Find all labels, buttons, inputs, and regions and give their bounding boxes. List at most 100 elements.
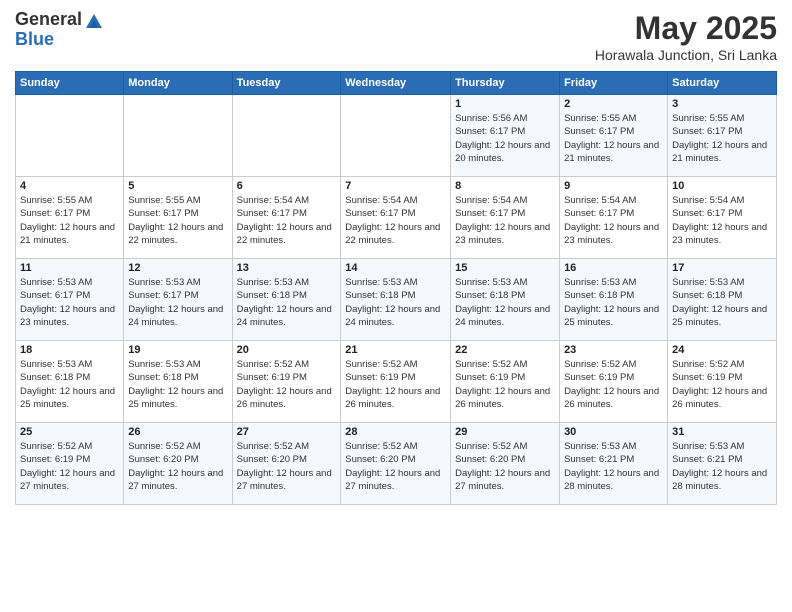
table-row	[16, 95, 124, 177]
table-row: 21 Sunrise: 5:52 AM Sunset: 6:19 PM Dayli…	[341, 341, 451, 423]
table-row: 6Sunrise: 5:54 AM Sunset: 6:17 PM Daylig…	[232, 177, 341, 259]
header-thursday: Thursday	[451, 72, 560, 95]
table-row: 19 Sunrise: 5:53 AM Sunset: 6:18 PM Dayli…	[124, 341, 232, 423]
day-info: Sunrise: 5:54 AM Sunset: 6:17 PM Dayligh…	[455, 194, 555, 247]
day-number: 12	[128, 262, 227, 274]
day-info: Sunrise: 5:53 AM Sunset: 6:21 PM Dayligh…	[672, 440, 772, 493]
table-row: 13Sunrise: 5:53 AM Sunset: 6:18 PM Dayli…	[232, 259, 341, 341]
table-row: 9 Sunrise: 5:54 AM Sunset: 6:17 PM Daylig…	[560, 177, 668, 259]
day-info: Sunrise: 5:52 AM Sunset: 6:19 PM Dayligh…	[20, 440, 119, 493]
table-row: 31 Sunrise: 5:53 AM Sunset: 6:21 PM Dayli…	[668, 423, 777, 505]
day-number: 23	[564, 344, 663, 356]
day-info: Sunrise: 5:54 AM Sunset: 6:17 PM Dayligh…	[672, 194, 772, 247]
day-number: 31	[672, 426, 772, 438]
table-row: 26 Sunrise: 5:52 AM Sunset: 6:20 PM Dayli…	[124, 423, 232, 505]
header-wednesday: Wednesday	[341, 72, 451, 95]
day-number: 11	[20, 262, 119, 274]
day-info: Sunrise: 5:53 AM Sunset: 6:18 PM Dayligh…	[128, 358, 227, 411]
day-number: 16	[564, 262, 663, 274]
day-info: Sunrise: 5:55 AM Sunset: 6:17 PM Dayligh…	[564, 112, 663, 165]
day-info: Sunrise: 5:54 AM Sunset: 6:17 PM Dayligh…	[564, 194, 663, 247]
table-row: 10 Sunrise: 5:54 AM Sunset: 6:17 PM Dayli…	[668, 177, 777, 259]
table-row: 27Sunrise: 5:52 AM Sunset: 6:20 PM Dayli…	[232, 423, 341, 505]
calendar-week-row: 18 Sunrise: 5:53 AM Sunset: 6:18 PM Dayli…	[16, 341, 777, 423]
table-row: 14 Sunrise: 5:53 AM Sunset: 6:18 PM Dayli…	[341, 259, 451, 341]
day-info: Sunrise: 5:52 AM Sunset: 6:19 PM Dayligh…	[455, 358, 555, 411]
day-number: 24	[672, 344, 772, 356]
day-info: Sunrise: 5:56 AM Sunset: 6:17 PM Dayligh…	[455, 112, 555, 165]
table-row: 11 Sunrise: 5:53 AM Sunset: 6:17 PM Dayli…	[16, 259, 124, 341]
day-number: 19	[128, 344, 227, 356]
day-info: Sunrise: 5:52 AM Sunset: 6:19 PM Dayligh…	[345, 358, 446, 411]
logo: General Blue	[15, 10, 104, 50]
table-row: 29Sunrise: 5:52 AM Sunset: 6:20 PM Dayli…	[451, 423, 560, 505]
logo-general: General	[15, 10, 82, 30]
day-info: Sunrise: 5:52 AM Sunset: 6:20 PM Dayligh…	[345, 440, 446, 493]
table-row: 2 Sunrise: 5:55 AM Sunset: 6:17 PM Daylig…	[560, 95, 668, 177]
table-row: 12Sunrise: 5:53 AM Sunset: 6:17 PM Dayli…	[124, 259, 232, 341]
table-row: 4 Sunrise: 5:55 AM Sunset: 6:17 PM Daylig…	[16, 177, 124, 259]
day-info: Sunrise: 5:52 AM Sunset: 6:19 PM Dayligh…	[564, 358, 663, 411]
day-number: 29	[455, 426, 555, 438]
calendar-week-row: 11 Sunrise: 5:53 AM Sunset: 6:17 PM Dayli…	[16, 259, 777, 341]
day-info: Sunrise: 5:55 AM Sunset: 6:17 PM Dayligh…	[20, 194, 119, 247]
day-number: 7	[345, 180, 446, 192]
table-row: 7 Sunrise: 5:54 AM Sunset: 6:17 PM Daylig…	[341, 177, 451, 259]
page: General Blue May 2025 Horawala Junction,…	[0, 0, 792, 612]
day-number: 25	[20, 426, 119, 438]
day-info: Sunrise: 5:53 AM Sunset: 6:18 PM Dayligh…	[345, 276, 446, 329]
day-number: 1	[455, 98, 555, 110]
day-info: Sunrise: 5:53 AM Sunset: 6:18 PM Dayligh…	[672, 276, 772, 329]
title-block: May 2025 Horawala Junction, Sri Lanka	[595, 10, 777, 63]
day-info: Sunrise: 5:53 AM Sunset: 6:18 PM Dayligh…	[20, 358, 119, 411]
day-number: 10	[672, 180, 772, 192]
table-row: 28 Sunrise: 5:52 AM Sunset: 6:20 PM Dayli…	[341, 423, 451, 505]
day-number: 28	[345, 426, 446, 438]
logo-icon	[84, 10, 104, 30]
day-info: Sunrise: 5:52 AM Sunset: 6:20 PM Dayligh…	[128, 440, 227, 493]
calendar-week-row: 25 Sunrise: 5:52 AM Sunset: 6:19 PM Dayli…	[16, 423, 777, 505]
day-number: 30	[564, 426, 663, 438]
day-info: Sunrise: 5:52 AM Sunset: 6:19 PM Dayligh…	[672, 358, 772, 411]
day-number: 18	[20, 344, 119, 356]
day-number: 22	[455, 344, 555, 356]
table-row: 17 Sunrise: 5:53 AM Sunset: 6:18 PM Dayli…	[668, 259, 777, 341]
subtitle: Horawala Junction, Sri Lanka	[595, 47, 777, 63]
calendar-table: Sunday Monday Tuesday Wednesday Thursday…	[15, 71, 777, 505]
table-row: 18 Sunrise: 5:53 AM Sunset: 6:18 PM Dayli…	[16, 341, 124, 423]
day-info: Sunrise: 5:53 AM Sunset: 6:17 PM Dayligh…	[20, 276, 119, 329]
day-info: Sunrise: 5:53 AM Sunset: 6:18 PM Dayligh…	[237, 276, 337, 329]
header-friday: Friday	[560, 72, 668, 95]
day-info: Sunrise: 5:53 AM Sunset: 6:18 PM Dayligh…	[564, 276, 663, 329]
day-number: 3	[672, 98, 772, 110]
day-number: 14	[345, 262, 446, 274]
table-row: 23 Sunrise: 5:52 AM Sunset: 6:19 PM Dayli…	[560, 341, 668, 423]
day-number: 26	[128, 426, 227, 438]
day-number: 15	[455, 262, 555, 274]
calendar-week-row: 4 Sunrise: 5:55 AM Sunset: 6:17 PM Daylig…	[16, 177, 777, 259]
day-number: 9	[564, 180, 663, 192]
table-row: 16 Sunrise: 5:53 AM Sunset: 6:18 PM Dayli…	[560, 259, 668, 341]
table-row: 15 Sunrise: 5:53 AM Sunset: 6:18 PM Dayli…	[451, 259, 560, 341]
day-number: 8	[455, 180, 555, 192]
table-row: 20Sunrise: 5:52 AM Sunset: 6:19 PM Dayli…	[232, 341, 341, 423]
table-row: 30Sunrise: 5:53 AM Sunset: 6:21 PM Dayli…	[560, 423, 668, 505]
calendar-week-row: 1 Sunrise: 5:56 AM Sunset: 6:17 PM Daylig…	[16, 95, 777, 177]
table-row: 22 Sunrise: 5:52 AM Sunset: 6:19 PM Dayli…	[451, 341, 560, 423]
header-monday: Monday	[124, 72, 232, 95]
table-row: 25 Sunrise: 5:52 AM Sunset: 6:19 PM Dayli…	[16, 423, 124, 505]
day-number: 21	[345, 344, 446, 356]
day-info: Sunrise: 5:53 AM Sunset: 6:18 PM Dayligh…	[455, 276, 555, 329]
day-number: 17	[672, 262, 772, 274]
day-number: 4	[20, 180, 119, 192]
day-info: Sunrise: 5:55 AM Sunset: 6:17 PM Dayligh…	[672, 112, 772, 165]
table-row	[124, 95, 232, 177]
table-row: 8 Sunrise: 5:54 AM Sunset: 6:17 PM Daylig…	[451, 177, 560, 259]
day-info: Sunrise: 5:54 AM Sunset: 6:17 PM Dayligh…	[345, 194, 446, 247]
table-row: 1 Sunrise: 5:56 AM Sunset: 6:17 PM Daylig…	[451, 95, 560, 177]
table-row: 24 Sunrise: 5:52 AM Sunset: 6:19 PM Dayli…	[668, 341, 777, 423]
day-number: 2	[564, 98, 663, 110]
header: General Blue May 2025 Horawala Junction,…	[15, 10, 777, 63]
table-row	[232, 95, 341, 177]
day-number: 27	[237, 426, 337, 438]
